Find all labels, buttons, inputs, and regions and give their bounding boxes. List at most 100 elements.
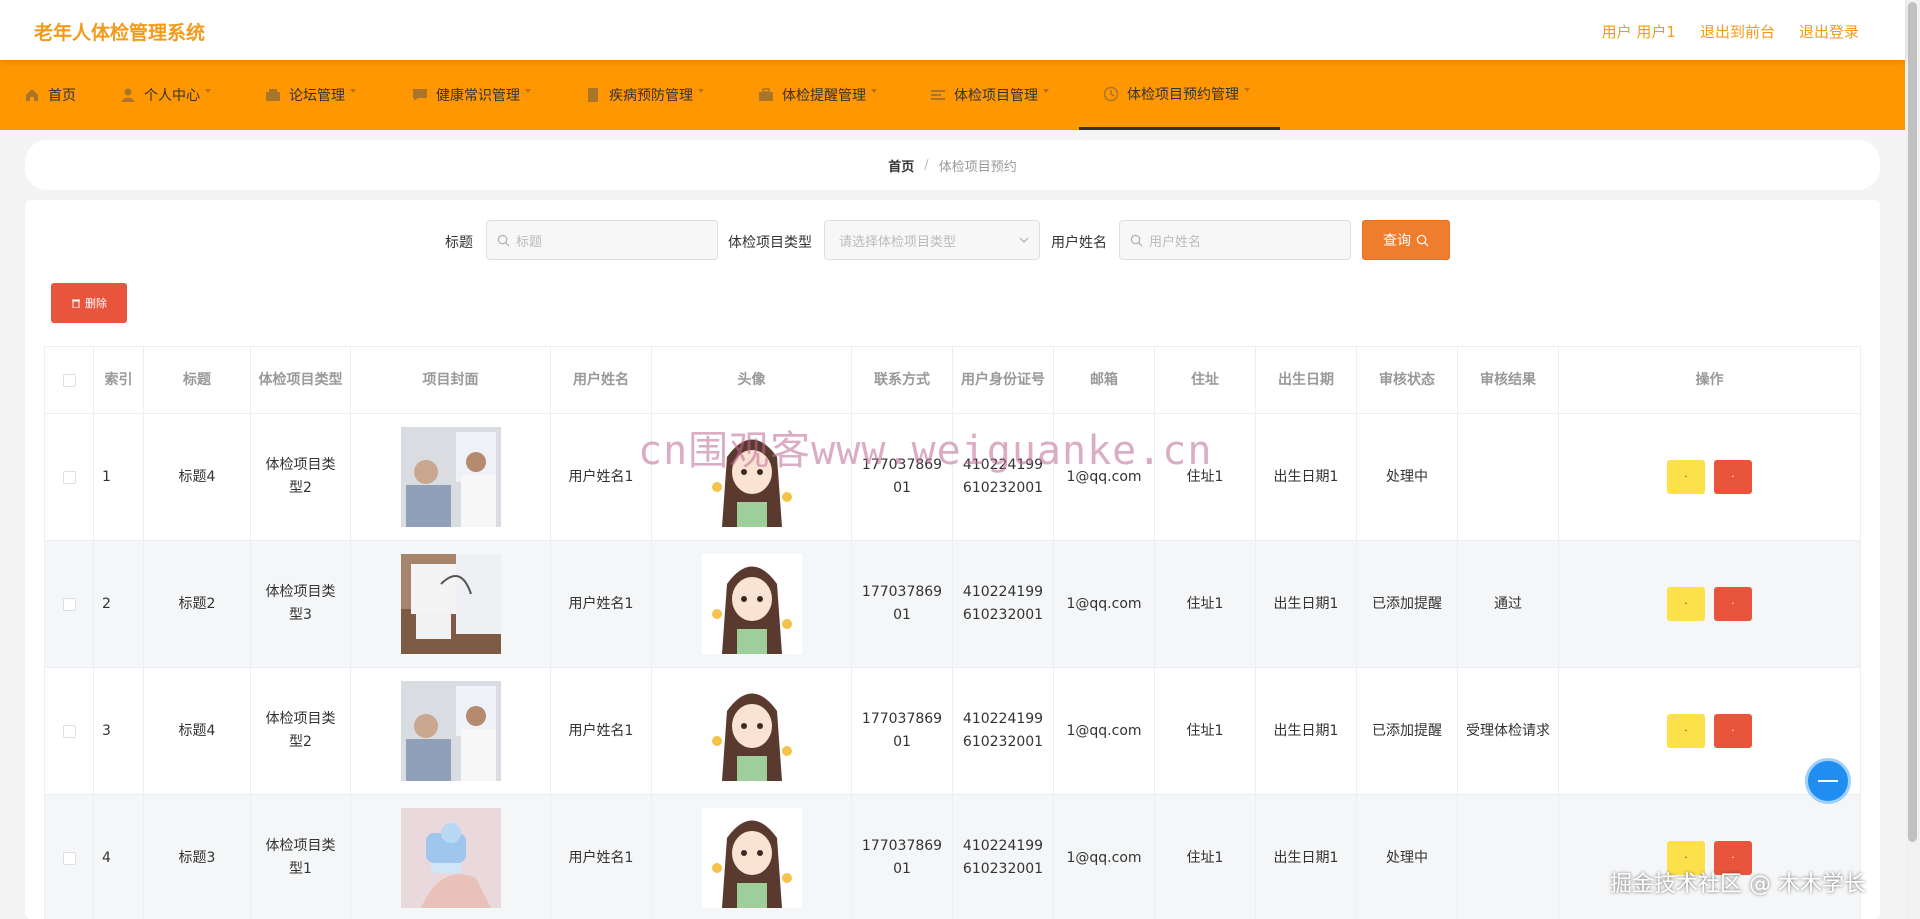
cell-avatar xyxy=(651,540,852,668)
cell-result: 受理体检请求 xyxy=(1457,667,1559,795)
nav-item-home[interactable]: 首页 xyxy=(24,60,76,130)
nav-label: 疾病预防管理 xyxy=(609,88,693,104)
cell-id-card: 410224199610232001 xyxy=(952,794,1054,919)
cell-index: 4 xyxy=(93,794,144,919)
cell-type: 体检项目类型3 xyxy=(250,540,351,668)
cell-phone: 17703786901 xyxy=(851,667,953,795)
cell-address: 住址1 xyxy=(1154,667,1256,795)
avatar xyxy=(701,808,802,908)
title-search-input[interactable]: 标题 xyxy=(486,220,718,260)
type-label: 体检项目类型 xyxy=(728,235,812,251)
credit-watermark: 掘金技术社区 @ 木木学长 xyxy=(1610,872,1866,897)
nav-item-disease-prevention[interactable]: 疾病预防管理 xyxy=(585,60,704,130)
top-header: 老年人体检管理系统 用户 用户1 退出到前台 退出登录 xyxy=(0,0,1905,60)
row-checkbox[interactable] xyxy=(62,597,76,611)
query-button[interactable]: 查询 xyxy=(1362,220,1450,260)
column-header: 用户身份证号 xyxy=(952,346,1054,414)
cell-phone: 17703786901 xyxy=(851,540,953,668)
cell-result: 通过 xyxy=(1457,540,1559,668)
chevron-down-icon xyxy=(1019,237,1029,243)
chevron-down-icon xyxy=(350,89,356,93)
nav-item-personal-center[interactable]: 个人中心 xyxy=(120,60,211,130)
back-to-frontend-link[interactable]: 退出到前台 xyxy=(1700,21,1775,42)
cell-title: 标题2 xyxy=(143,540,251,668)
app-title: 老年人体检管理系统 xyxy=(34,22,206,44)
page-scrollbar[interactable] xyxy=(1905,0,1920,919)
type-select[interactable]: 请选择体检项目类型 xyxy=(824,220,1040,260)
cell-birth-date: 出生日期1 xyxy=(1255,413,1357,541)
cell-actions: · · xyxy=(1558,794,1861,919)
breadcrumb-home[interactable]: 首页 xyxy=(888,156,914,175)
nav-item-checkup-booking[interactable]: 体检项目预约管理 xyxy=(1079,60,1280,130)
user-icon xyxy=(121,88,135,102)
search-icon xyxy=(1416,234,1429,246)
table-header-row: 索引 标题 体检项目类型 项目封面 用户姓名 头像 联系方式 用户身份证号 邮箱… xyxy=(44,346,1861,414)
cell-email: 1@qq.com xyxy=(1053,794,1155,919)
cell-id-card: 410224199610232001 xyxy=(952,540,1054,668)
row-checkbox[interactable] xyxy=(62,851,76,865)
cover-image xyxy=(400,808,501,908)
column-header: 出生日期 xyxy=(1255,346,1357,414)
type-placeholder: 请选择体检项目类型 xyxy=(839,234,957,250)
edit-button[interactable]: · xyxy=(1667,714,1705,748)
chevron-down-icon xyxy=(525,89,531,93)
logout-link[interactable]: 退出登录 xyxy=(1799,21,1859,42)
column-header: 操作 xyxy=(1558,346,1861,414)
delete-button[interactable]: 删除 xyxy=(51,283,127,323)
cover-image xyxy=(400,554,501,654)
nav-item-checkup-reminder[interactable]: 体检提醒管理 xyxy=(758,60,877,130)
breadcrumb: 首页 / 体检项目预约 xyxy=(25,140,1880,190)
row-checkbox[interactable] xyxy=(62,724,76,738)
select-all-checkbox[interactable] xyxy=(62,373,76,387)
cell-type: 体检项目类型1 xyxy=(250,794,351,919)
avatar xyxy=(701,681,802,781)
cell-username: 用户姓名1 xyxy=(550,667,652,795)
cell-birth-date: 出生日期1 xyxy=(1255,667,1357,795)
cell-index: 2 xyxy=(93,540,144,668)
home-icon xyxy=(26,89,38,101)
row-delete-button[interactable]: · xyxy=(1714,714,1752,748)
cell-email: 1@qq.com xyxy=(1053,667,1155,795)
cell-username: 用户姓名1 xyxy=(550,413,652,541)
row-checkbox[interactable] xyxy=(62,470,76,484)
username-search-input[interactable]: 用户姓名 xyxy=(1119,220,1351,260)
nav-item-health-knowledge[interactable]: 健康常识管理 xyxy=(412,60,531,130)
cell-avatar xyxy=(651,667,852,795)
nav-item-forum[interactable]: 论坛管理 xyxy=(265,60,356,130)
document-icon xyxy=(588,88,598,102)
main-nav: 首页 个人中心 论坛管理 健康常识管理 疾病预防管理 体检提醒管理 体检项目管理… xyxy=(0,60,1905,130)
chevron-down-icon xyxy=(871,89,877,93)
cell-result xyxy=(1457,413,1559,541)
column-header: 体检项目类型 xyxy=(250,346,351,414)
column-header: 索引 xyxy=(93,346,144,414)
table-row: 3 标题4 体检项目类型2 用户姓名1 17703786901 41022419… xyxy=(44,667,1861,795)
query-label: 查询 xyxy=(1383,233,1411,249)
breadcrumb-separator: / xyxy=(924,157,929,173)
row-delete-button[interactable]: · xyxy=(1714,587,1752,621)
column-header: 审核状态 xyxy=(1356,346,1458,414)
chevron-down-icon xyxy=(1244,87,1250,92)
cell-cover xyxy=(350,794,551,919)
column-header: 标题 xyxy=(143,346,251,414)
title-placeholder: 标题 xyxy=(516,234,543,250)
chevron-down-icon xyxy=(1043,89,1049,93)
row-delete-button[interactable]: · xyxy=(1714,460,1752,494)
cell-index: 1 xyxy=(93,413,144,541)
nav-item-checkup-items[interactable]: 体检项目管理 xyxy=(930,60,1049,130)
floating-assistant-button[interactable] xyxy=(1805,758,1851,804)
current-user-link[interactable]: 用户 用户1 xyxy=(1602,21,1676,42)
cell-email: 1@qq.com xyxy=(1053,540,1155,668)
edit-button[interactable]: · xyxy=(1667,460,1705,494)
nav-label: 首页 xyxy=(48,88,76,104)
nav-label: 个人中心 xyxy=(144,88,200,104)
scrollbar-thumb[interactable] xyxy=(1908,2,1917,842)
clock-icon xyxy=(1103,86,1119,101)
cell-status: 处理中 xyxy=(1356,794,1458,919)
edit-button[interactable]: · xyxy=(1667,587,1705,621)
search-icon xyxy=(497,234,510,246)
cell-index: 3 xyxy=(93,667,144,795)
cell-type: 体检项目类型2 xyxy=(250,413,351,541)
nav-label: 体检项目管理 xyxy=(954,88,1038,104)
cover-image xyxy=(400,681,501,781)
content-card: 标题 标题 体检项目类型 请选择体检项目类型 用户姓名 用户姓名 查询 删除 索… xyxy=(25,200,1880,919)
